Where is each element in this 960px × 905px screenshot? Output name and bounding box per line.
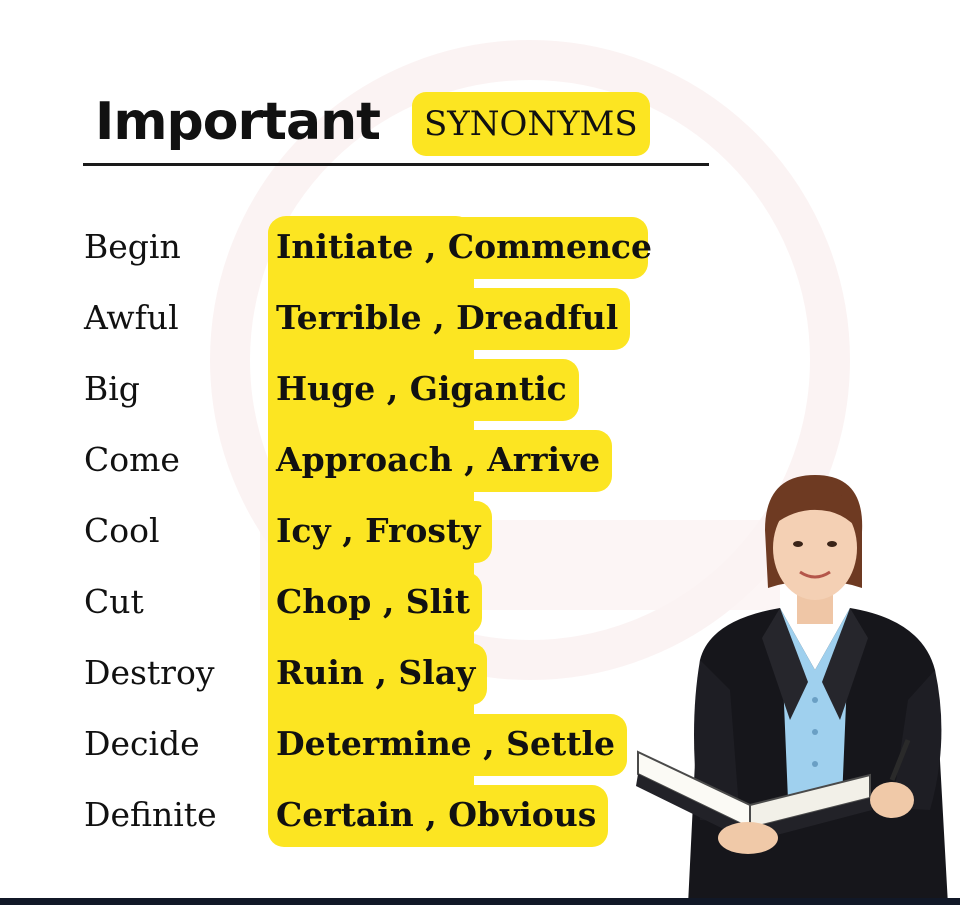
synonym-come: Approach , Arrive <box>276 440 601 479</box>
title-underline <box>83 163 709 166</box>
word-cut: Cut <box>84 582 144 621</box>
synonym-destroy: Ruin , Slay <box>276 653 476 692</box>
word-begin: Begin <box>84 227 181 266</box>
word-decide: Decide <box>84 724 200 763</box>
word-definite: Definite <box>84 795 217 834</box>
word-awful: Awful <box>84 298 179 337</box>
teacher-holding-book-icon <box>636 475 948 905</box>
synonym-definite: Certain , Obvious <box>276 795 597 834</box>
synonym-decide: Determine , Settle <box>276 724 615 763</box>
word-cool: Cool <box>84 511 160 550</box>
word-destroy: Destroy <box>84 653 215 692</box>
synonym-awful: Terrible , Dreadful <box>276 298 619 337</box>
title-synonyms-badge: SYNONYMS <box>412 92 650 156</box>
title-important: Important <box>95 92 381 152</box>
synonym-cool: Icy , Frosty <box>276 511 481 550</box>
synonym-big: Huge , Gigantic <box>276 369 567 408</box>
word-come: Come <box>84 440 180 479</box>
synonym-cut: Chop , Slit <box>276 582 470 621</box>
synonyms-poster: Important SYNONYMS Begin Initiate , Comm… <box>0 0 960 905</box>
synonym-begin: Initiate , Commence <box>276 227 653 266</box>
word-big: Big <box>84 369 140 408</box>
bottom-strip <box>0 898 960 905</box>
